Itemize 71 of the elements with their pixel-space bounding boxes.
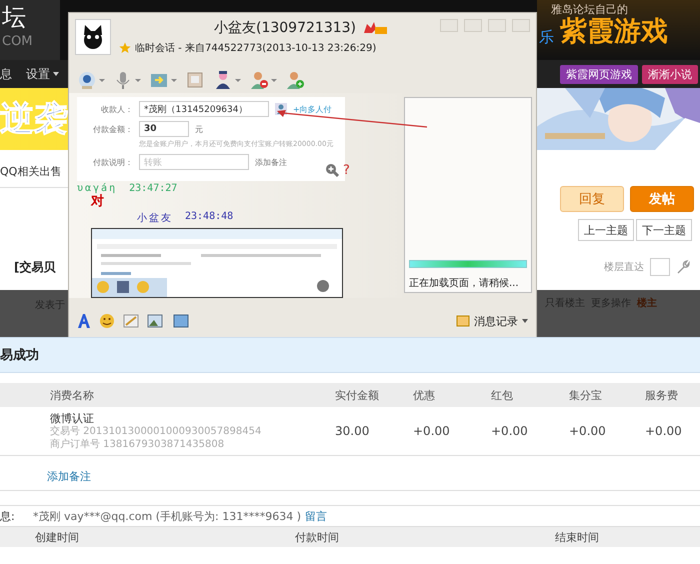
column-header: 红包 — [491, 388, 514, 402]
message-log-icon — [456, 315, 470, 327]
nav-item[interactable]: 设置 — [26, 66, 59, 82]
site-logo-suffix: COM — [2, 34, 34, 49]
previous-topic-button[interactable]: 上一主题 — [578, 219, 634, 241]
banner-text: 乐 — [539, 28, 554, 47]
zoom-icon[interactable] — [325, 163, 339, 177]
table-cell-text: +0.00 — [569, 424, 607, 438]
counterparty-info: *茂刚 vay***@qq.com (手机账号为: 131****9634 ) — [33, 508, 301, 524]
screen-icon[interactable] — [185, 70, 205, 90]
emoji-icon[interactable] — [99, 313, 115, 329]
message-time: 23:47:27 — [129, 183, 178, 194]
trade-number: 交易号 2013101300001000930057898454 — [50, 424, 262, 438]
camera-icon[interactable] — [77, 70, 97, 90]
sender-name: 小盆友 — [137, 212, 173, 225]
font-icon[interactable] — [77, 314, 91, 328]
section-title: 易成功 — [0, 337, 700, 373]
floor-jump-label: 楼层直达 — [604, 260, 644, 274]
column-header: 消费名称 — [50, 388, 95, 402]
image-icon[interactable] — [147, 313, 165, 329]
column-header: 集分宝 — [569, 388, 603, 402]
column-header: 实付金额 — [335, 388, 380, 402]
table-cell-text: 30.00 — [335, 424, 370, 438]
banner-title: 紫霞游戏 — [560, 17, 668, 47]
author-label: 楼主 — [637, 296, 657, 310]
help-icon[interactable]: ? — [343, 163, 350, 178]
nav-link[interactable]: 淅淅小说 — [642, 64, 698, 84]
message-text: 对 — [91, 194, 105, 209]
avatar[interactable] — [75, 19, 111, 55]
column-header: 创建时间 — [35, 530, 80, 544]
banner-text: 雅岛论坛自己的 — [551, 2, 629, 17]
nav-item[interactable]: 息 — [0, 66, 12, 82]
column-header: 付款时间 — [295, 530, 340, 544]
amount-field: 30 — [139, 121, 189, 137]
sender-name: υαγáη — [77, 183, 118, 194]
table-cell-text: +0.00 — [413, 424, 451, 438]
session-info: 临时会话 - 来自744522773(2013-10-13 23:26:29) — [135, 42, 376, 55]
edit-icon[interactable] — [123, 313, 139, 329]
wrench-icon[interactable] — [676, 260, 690, 274]
field-label: 息: — [0, 508, 16, 524]
order-number: 商户订单号 1381679303871435808 — [50, 438, 226, 450]
thread-title: [交易贝 — [14, 259, 56, 276]
contact-name: 小盆友(1309721313) — [214, 19, 356, 37]
add-person-icon[interactable] — [285, 70, 305, 90]
message-history-button[interactable]: 消息记录 — [456, 314, 528, 328]
add-note-link[interactable]: 添加备注 — [47, 468, 91, 484]
column-header: 服务费 — [645, 388, 679, 402]
field-label: 付款金额： — [92, 124, 133, 134]
loading-text: 正在加载页面，请稍候... — [409, 276, 520, 290]
payee-field: *茂刚（13145209634） — [139, 101, 269, 117]
note-field: 转账 — [139, 154, 249, 170]
table-cell-text: +0.00 — [491, 424, 529, 438]
column-header: 结束时间 — [555, 530, 600, 544]
site-logo[interactable]: 坛 — [2, 0, 60, 34]
table-cell-text: +0.00 — [645, 424, 683, 438]
remove-person-icon[interactable] — [249, 70, 269, 90]
unit-label: 元 — [195, 124, 203, 134]
field-label: 付款说明： — [92, 156, 133, 168]
message-time: 23:48:48 — [185, 211, 234, 224]
field-label: 收款人： — [100, 104, 133, 114]
banner-title: 逆袭 — [0, 98, 68, 141]
person-icon[interactable] — [213, 70, 233, 90]
column-header: 优惠 — [413, 388, 436, 402]
star-icon — [119, 42, 131, 54]
next-topic-button[interactable]: 下一主题 — [636, 219, 692, 241]
item-name: 微博认证 — [50, 412, 95, 424]
nav-link[interactable]: 紫霞网页游戏 — [560, 64, 638, 84]
message-link[interactable]: 留言 — [304, 508, 327, 524]
vip-icon — [362, 21, 388, 35]
screen-capture-icon[interactable] — [173, 313, 191, 329]
floor-input[interactable] — [650, 258, 670, 276]
